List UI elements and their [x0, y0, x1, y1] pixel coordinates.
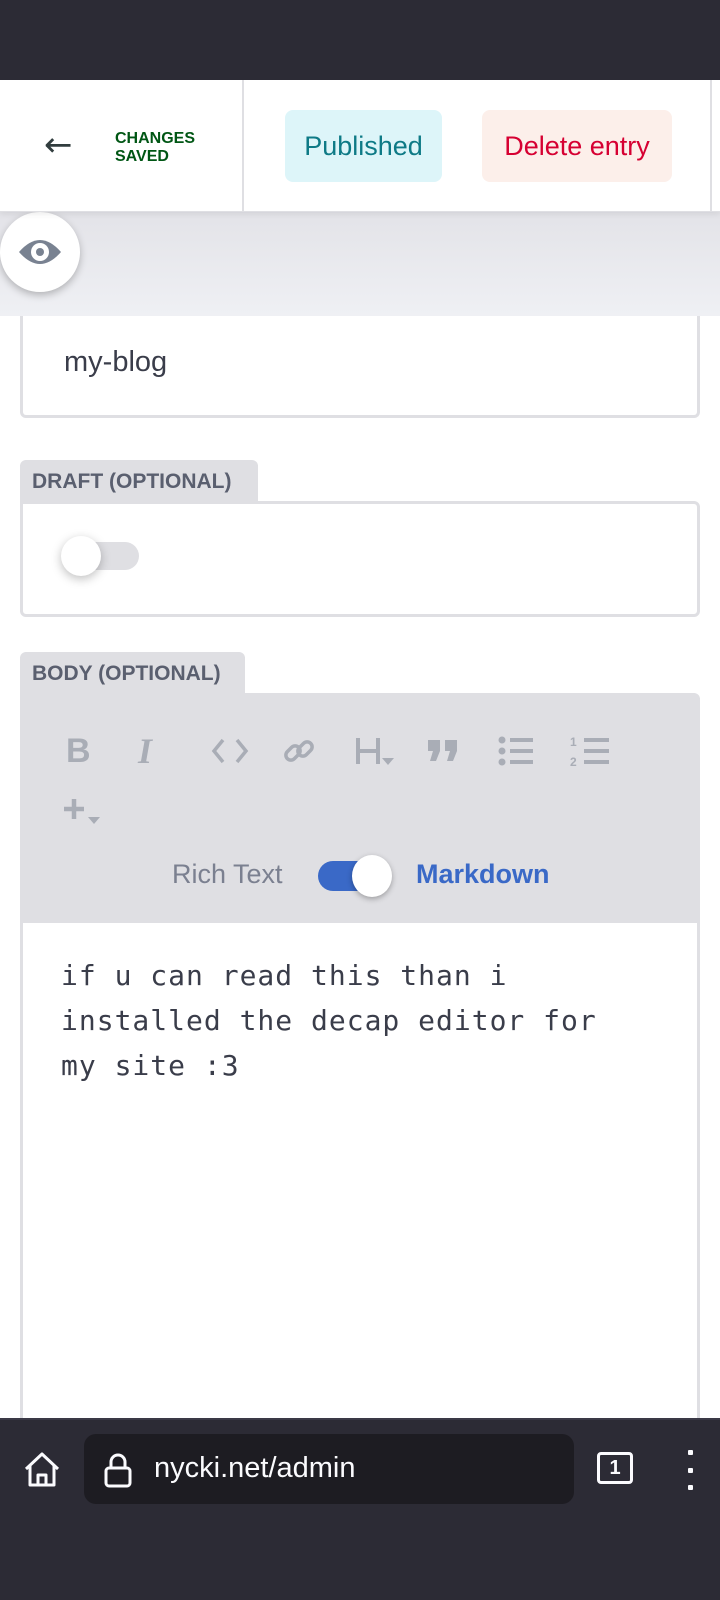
- quote-button[interactable]: [420, 723, 492, 779]
- body-content: if u can read this than i installed the …: [61, 959, 615, 1082]
- browser-toolbar: nycki.net/admin 1: [0, 1418, 720, 1600]
- arrow-left-icon: ←: [44, 125, 73, 165]
- toolbar-left-section: ← CHANGES SAVED: [0, 80, 244, 212]
- status-bar: [0, 0, 720, 80]
- home-icon: [24, 1452, 60, 1487]
- code-button[interactable]: [204, 723, 276, 779]
- title-value: my-blog: [64, 346, 168, 378]
- save-status-line1: CHANGES: [115, 130, 196, 147]
- menu-dot: [687, 1467, 693, 1473]
- numbered-list-icon: 12: [570, 735, 609, 768]
- draft-toggle[interactable]: [61, 536, 139, 576]
- svg-text:1: 1: [570, 735, 577, 749]
- preview-strip: [0, 212, 720, 316]
- save-status: CHANGES SAVED: [115, 130, 195, 166]
- link-icon: [284, 740, 314, 762]
- bulleted-list-button[interactable]: [492, 723, 564, 779]
- url-text: nycki.net/admin: [154, 1452, 356, 1484]
- url-bar[interactable]: nycki.net/admin: [84, 1434, 574, 1504]
- draft-label: DRAFT (OPTIONAL): [20, 460, 258, 502]
- lock-icon: [104, 1453, 132, 1488]
- format-toolbar: B I 12: [60, 723, 636, 779]
- tab-switcher-button[interactable]: 1: [597, 1452, 633, 1484]
- markdown-editor[interactable]: if u can read this than i installed the …: [23, 923, 697, 1418]
- save-status-line2: SAVED: [115, 148, 169, 165]
- eye-icon: [19, 240, 61, 264]
- browser-menu-button[interactable]: [684, 1450, 696, 1490]
- heading-dropdown-icon: [356, 738, 394, 765]
- menu-dot: [687, 1485, 693, 1490]
- code-icon: [211, 738, 249, 764]
- plus-dropdown-icon: [64, 799, 100, 824]
- delete-entry-button[interactable]: Delete entry: [482, 110, 672, 182]
- italic-icon: I: [138, 731, 153, 771]
- home-button[interactable]: [22, 1450, 62, 1490]
- add-component-button[interactable]: [62, 795, 122, 843]
- quote-icon: [428, 740, 457, 761]
- bulleted-list-icon: [498, 736, 533, 766]
- markdown-mode-toggle[interactable]: [318, 855, 392, 897]
- editor-toolbar: ← CHANGES SAVED Published Delete entry: [0, 80, 720, 212]
- numbered-list-button[interactable]: 12: [564, 723, 636, 779]
- body-label: BODY (OPTIONAL): [20, 652, 245, 694]
- kebab-menu-icon: [687, 1450, 693, 1455]
- link-button[interactable]: [276, 723, 348, 779]
- markdown-toggle-knob: [352, 855, 392, 897]
- draft-field: [20, 501, 700, 617]
- rich-text-label[interactable]: Rich Text: [172, 859, 283, 890]
- published-status-button[interactable]: Published: [285, 110, 442, 182]
- draft-toggle-knob: [61, 536, 101, 576]
- bold-button[interactable]: B: [60, 723, 132, 779]
- body-field: B I 12 Rich Text Markdown if u can read …: [20, 693, 700, 1418]
- italic-button[interactable]: I: [132, 723, 204, 779]
- editor-mode-switch: Rich Text Markdown: [20, 853, 700, 897]
- cms-editor-page: ← CHANGES SAVED Published Delete entry m…: [0, 80, 720, 1418]
- toolbar-divider: [710, 80, 712, 212]
- markdown-label[interactable]: Markdown: [416, 859, 550, 890]
- svg-text:2: 2: [570, 755, 577, 768]
- bold-icon: B: [66, 731, 91, 770]
- heading-button[interactable]: [348, 723, 420, 779]
- back-button[interactable]: ←: [44, 128, 73, 162]
- toggle-preview-button[interactable]: [0, 212, 80, 292]
